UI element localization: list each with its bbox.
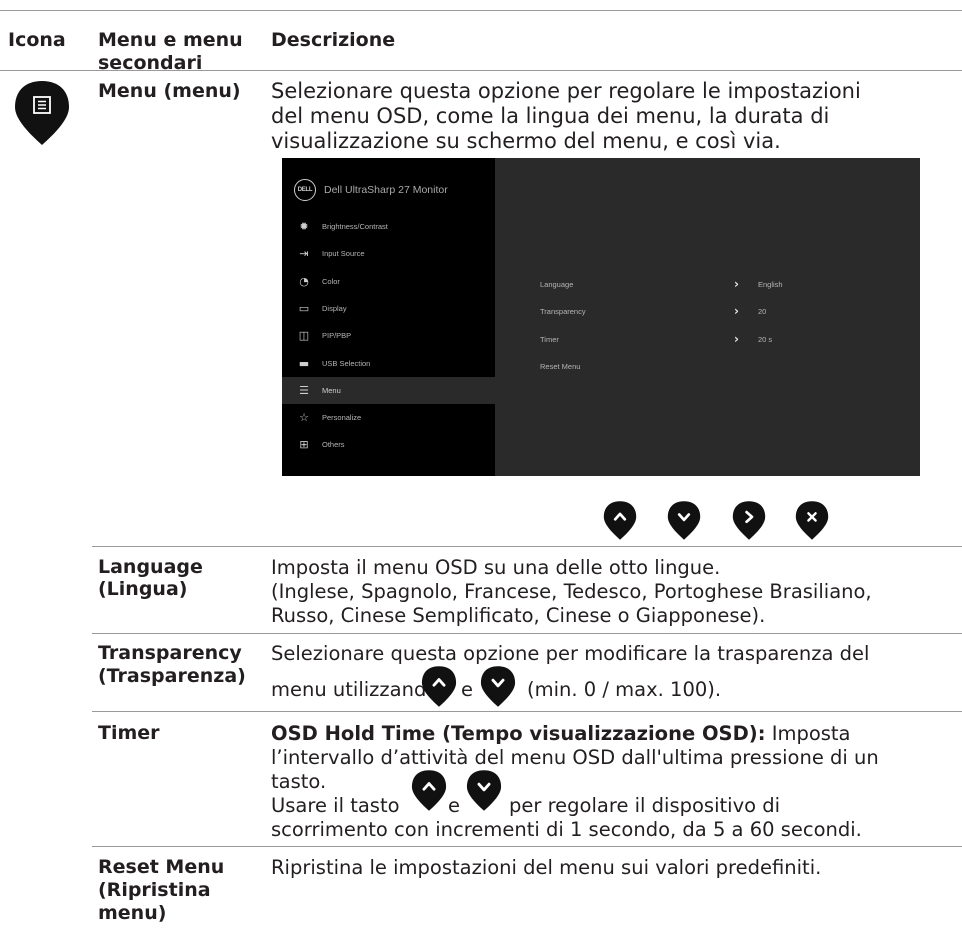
usb-icon: ▬: [298, 356, 310, 370]
osd-menu-item[interactable]: ◔ Color: [282, 268, 495, 295]
osd-header: DELL Dell UltraSharp 27 Monitor: [294, 178, 448, 202]
transparency-desc-2c: (min. 0 / max. 100).: [527, 678, 722, 701]
menu-icon: [12, 79, 72, 147]
transparency-label-2: (Trasparenza): [98, 665, 246, 687]
osd-menu-item-label: Display: [322, 303, 347, 313]
up-button-icon: [420, 665, 458, 708]
close-button-icon[interactable]: [794, 500, 830, 541]
menu-row-label: Menu (menu): [98, 80, 241, 102]
timer-desc-bold: OSD Hold Time (Tempo visualizzazione OSD…: [271, 722, 766, 745]
osd-menu-item[interactable]: ▭ Display: [282, 295, 495, 322]
osd-option-value: English: [758, 280, 783, 289]
chevron-right-icon: ›: [734, 304, 739, 319]
osd-menu-item[interactable]: ⊞ Others: [282, 431, 495, 458]
timer-desc-4a: Usare il tasto: [271, 794, 400, 817]
reset-label-3: menu): [98, 902, 167, 924]
transparency-desc-1: Selezionare questa opzione per modificar…: [271, 642, 870, 665]
pip-pbp-icon: ◫: [298, 329, 310, 343]
chevron-right-icon: ›: [734, 277, 739, 291]
timer-desc-2: l’intervallo d’attività del menu OSD dal…: [271, 746, 879, 769]
osd-menu-item[interactable]: ⇥ Input Source: [282, 240, 495, 267]
brightness-icon: ✹: [299, 220, 309, 233]
rule-reset: [92, 846, 962, 847]
chevron-right-icon: ›: [734, 331, 739, 346]
timer-desc-5: scorrimento con incrementi di 1 secondo,…: [271, 818, 862, 841]
reset-label-2: (Ripristina: [98, 879, 211, 901]
rule-transparency: [92, 633, 962, 634]
osd-menu-item-label: PIP/PBP: [322, 331, 352, 341]
osd-menu-item-label: Color: [322, 276, 340, 286]
osd-menu-item-label: Others: [322, 440, 345, 450]
osd-option-value: 20: [758, 307, 767, 317]
language-desc-1: Imposta il menu OSD su una delle otto li…: [271, 556, 721, 579]
timer-label: Timer: [98, 722, 160, 744]
reset-desc: Ripristina le impostazioni del menu sui …: [271, 856, 822, 879]
header-menu-column: Menu e menu secondari: [98, 29, 243, 74]
others-icon: ⊞: [299, 438, 309, 452]
star-icon: ☆: [299, 411, 309, 425]
osd-menu-item[interactable]: ☆ Personalize: [282, 404, 495, 431]
osd-option-label[interactable]: Timer: [540, 335, 559, 344]
rule-timer: [92, 711, 962, 712]
language-desc-2: (Inglese, Spagnolo, Francese, Tedesco, P…: [271, 580, 872, 603]
osd-menu-item[interactable]: ☰ Menu: [282, 376, 504, 404]
osd-screenshot: DELL Dell UltraSharp 27 Monitor ✹ Brightn…: [282, 158, 920, 476]
transparency-label-1: Transparency: [98, 642, 242, 664]
color-icon: ◔: [299, 274, 309, 288]
dell-logo: DELL: [294, 179, 316, 201]
osd-option-label[interactable]: Reset Menu: [540, 362, 580, 371]
timer-desc-4c: per regolare il dispositivo di: [509, 794, 781, 817]
transparency-desc-2b: e: [461, 678, 473, 701]
timer-desc-3: tasto.: [271, 770, 327, 793]
language-desc-3: Russo, Cinese Semplificato, Cinese o Gia…: [271, 604, 766, 627]
up-button-icon[interactable]: [602, 500, 638, 541]
osd-menu-item[interactable]: ✹ Brightness/Contrast: [282, 213, 495, 240]
menu-row-desc-3: visualizzazione su schermo del menu, e c…: [271, 129, 781, 153]
reset-label-1: Reset Menu: [98, 856, 225, 878]
timer-desc-1-rest: Imposta: [765, 722, 851, 745]
menu-row-desc-1: Selezionare questa opzione per regolare …: [271, 79, 861, 103]
display-icon: ▭: [298, 301, 310, 315]
rule-language: [92, 546, 962, 547]
header-rule: [0, 70, 962, 71]
down-button-icon: [479, 665, 517, 708]
osd-menu-item-label: Input Source: [322, 249, 365, 259]
down-button-icon: [465, 769, 503, 812]
osd-option-label[interactable]: Language: [540, 280, 573, 289]
timer-desc-4b: e: [448, 794, 460, 817]
osd-option-value: 20 s: [758, 334, 773, 344]
osd-menu-item-label: USB Selection: [322, 358, 371, 368]
osd-title: Dell UltraSharp 27 Monitor: [324, 184, 448, 196]
menu-icon: ☰: [299, 383, 309, 397]
menu-row-desc-2: del menu OSD, come la lingua dei menu, l…: [271, 104, 830, 128]
osd-menu-item-label: Brightness/Contrast: [322, 222, 388, 231]
osd-menu-item-label: Personalize: [322, 413, 362, 423]
osd-menu-item[interactable]: ▬ USB Selection: [282, 350, 495, 377]
top-rule: [0, 10, 962, 11]
header-icon-column: Icona: [8, 29, 66, 51]
osd-menu-item-label: Menu: [322, 385, 341, 395]
osd-menu-item[interactable]: ◫ PIP/PBP: [282, 322, 495, 349]
timer-desc-1: OSD Hold Time (Tempo visualizzazione OSD…: [271, 722, 851, 746]
up-button-icon: [410, 769, 448, 812]
down-button-icon[interactable]: [666, 500, 702, 541]
right-button-icon[interactable]: [731, 500, 767, 541]
transparency-desc-2a: menu utilizzando: [271, 678, 439, 701]
input-source-icon: ⇥: [299, 247, 309, 261]
header-description-column: Descrizione: [271, 29, 396, 51]
language-label-1: Language: [98, 556, 203, 578]
language-label-2: (Lingua): [98, 578, 188, 600]
osd-option-label[interactable]: Transparency: [540, 307, 586, 316]
